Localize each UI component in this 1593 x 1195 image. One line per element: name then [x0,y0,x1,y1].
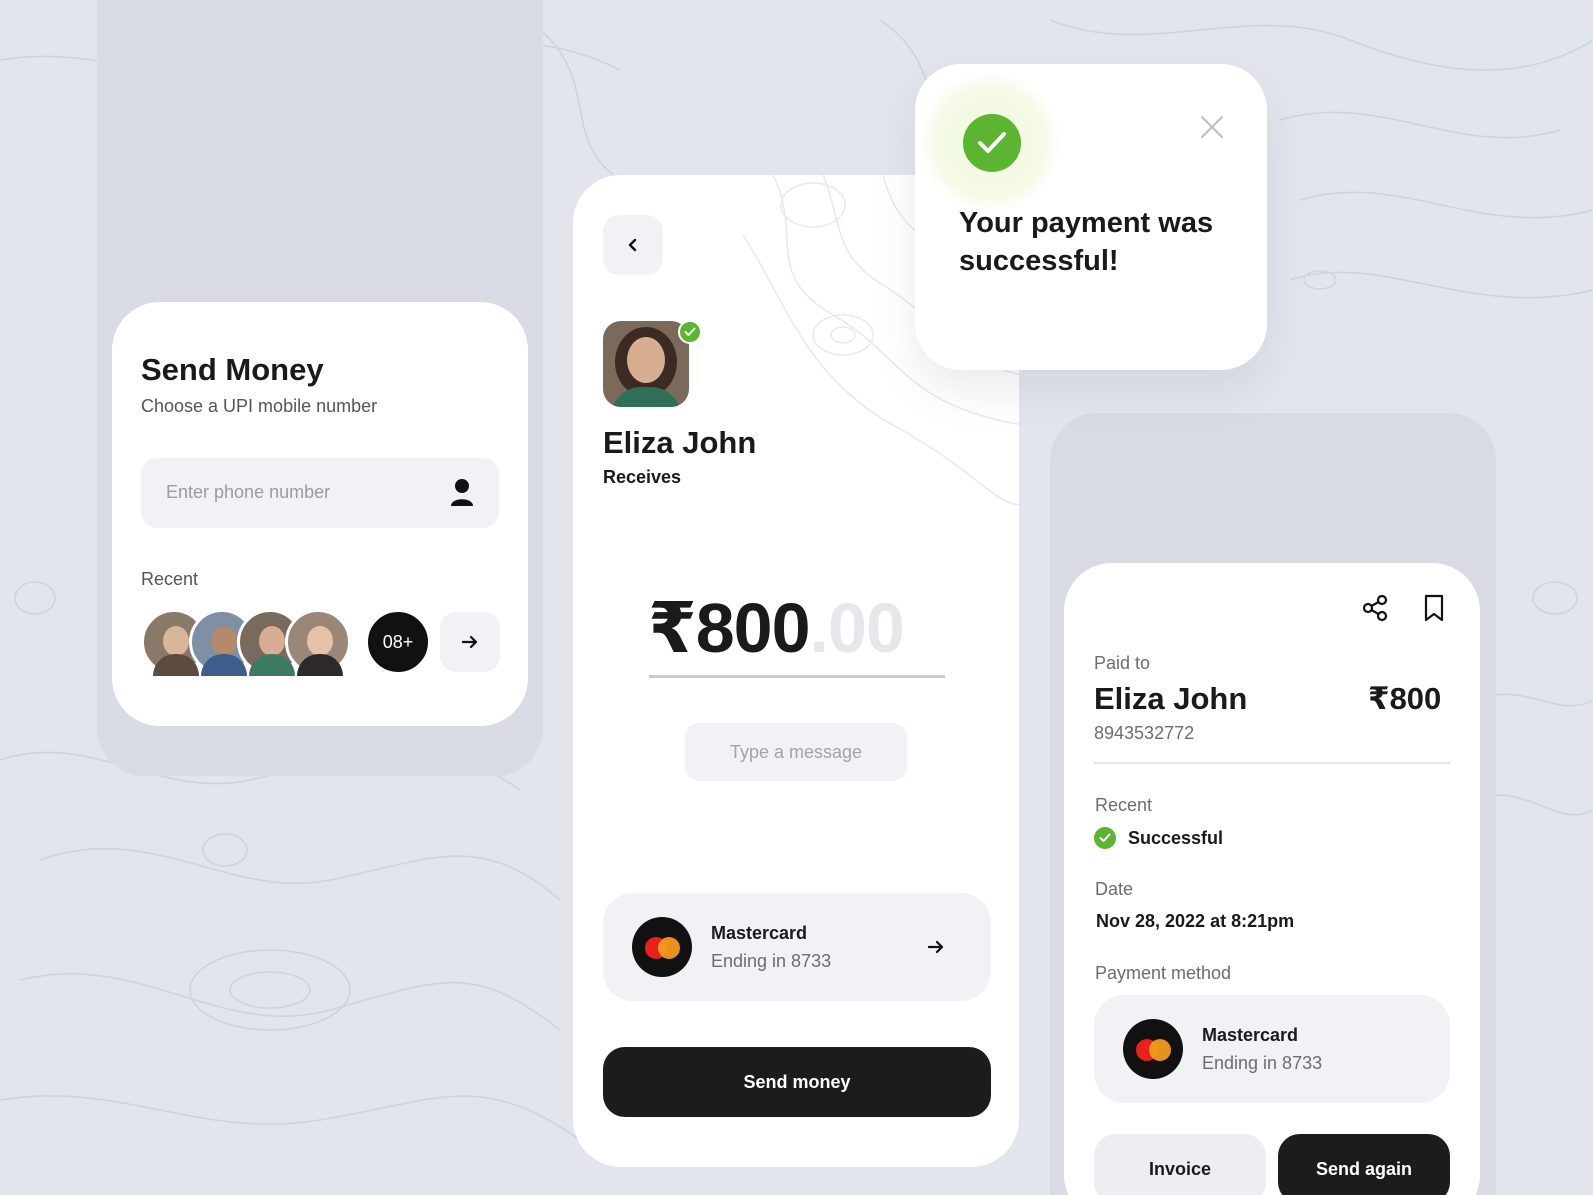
date-value: Nov 28, 2022 at 8:21pm [1096,911,1295,931]
status-row: Successful [1094,827,1223,849]
recipient-name: Eliza John [603,425,757,460]
back-button[interactable] [603,215,663,275]
send-again-button[interactable]: Send again [1278,1134,1450,1195]
avatar[interactable] [285,609,351,676]
check-icon [1099,833,1111,842]
status-check [1094,827,1116,849]
phone-number-input[interactable]: Enter phone number [141,458,499,528]
card-ending: Ending in 8733 [711,951,832,971]
card-ending: Ending in 8733 [1202,1053,1323,1073]
paid-to-label: Paid to [1094,653,1151,673]
payment-method-label: Payment method [1095,963,1232,983]
close-icon[interactable] [1199,114,1225,140]
card-name: Mastercard [711,923,808,943]
arrow-right-icon [928,940,944,954]
arrow-right-icon [462,635,478,649]
send-money-card: Send Money Choose a UPI mobile number En… [112,302,528,726]
send-money-button[interactable]: Send money [603,1047,991,1117]
mastercard-icon [1123,1019,1183,1079]
next-button[interactable] [440,612,500,672]
status-text: Successful [1128,827,1224,848]
payment-success-popup: Your payment was successful! [915,64,1267,370]
mastercard-icon [632,917,692,977]
receipt-amount: ₹800 [1368,681,1442,716]
card-name: Mastercard [1202,1025,1299,1045]
verified-badge [678,320,702,344]
amount-cents: .00 [809,589,905,667]
more-contacts-badge[interactable]: 08+ [365,609,431,675]
message-input[interactable]: Type a message [685,723,907,781]
bookmark-icon[interactable] [1419,593,1449,623]
share-icon[interactable] [1360,593,1390,623]
recent-contacts: 08+ [141,609,431,676]
payment-method-row[interactable]: Mastercard Ending in 8733 [603,893,991,1001]
chevron-left-icon [628,238,637,252]
recipient-avatar [603,321,689,407]
amount-underline [649,675,945,678]
recent-label: Recent [141,569,199,589]
divider [1094,762,1450,764]
amount-main: ₹800 [648,589,810,667]
receipt-payment-method: Mastercard Ending in 8733 [1094,995,1450,1103]
phone-number-placeholder: Enter phone number [166,482,331,502]
date-label: Date [1095,879,1134,899]
status-label: Recent [1095,795,1153,815]
success-message: Your payment was successful! [959,207,1214,277]
receipt-recipient-name: Eliza John [1094,681,1248,716]
send-money-subtitle: Choose a UPI mobile number [141,396,378,416]
check-icon [978,132,1006,153]
invoice-button[interactable]: Invoice [1094,1134,1266,1195]
amount-display[interactable]: ₹800.00 [648,587,905,669]
receipt-phone: 8943532772 [1094,723,1195,743]
recipient-role: Receives [603,467,682,487]
check-icon [684,327,696,336]
change-card-button[interactable] [906,917,966,977]
send-money-title: Send Money [141,352,324,387]
receipt-card: Paid to Eliza John ₹800 8943532772 Recen… [1064,563,1480,1195]
person-icon[interactable] [449,478,475,508]
success-check [963,114,1021,172]
